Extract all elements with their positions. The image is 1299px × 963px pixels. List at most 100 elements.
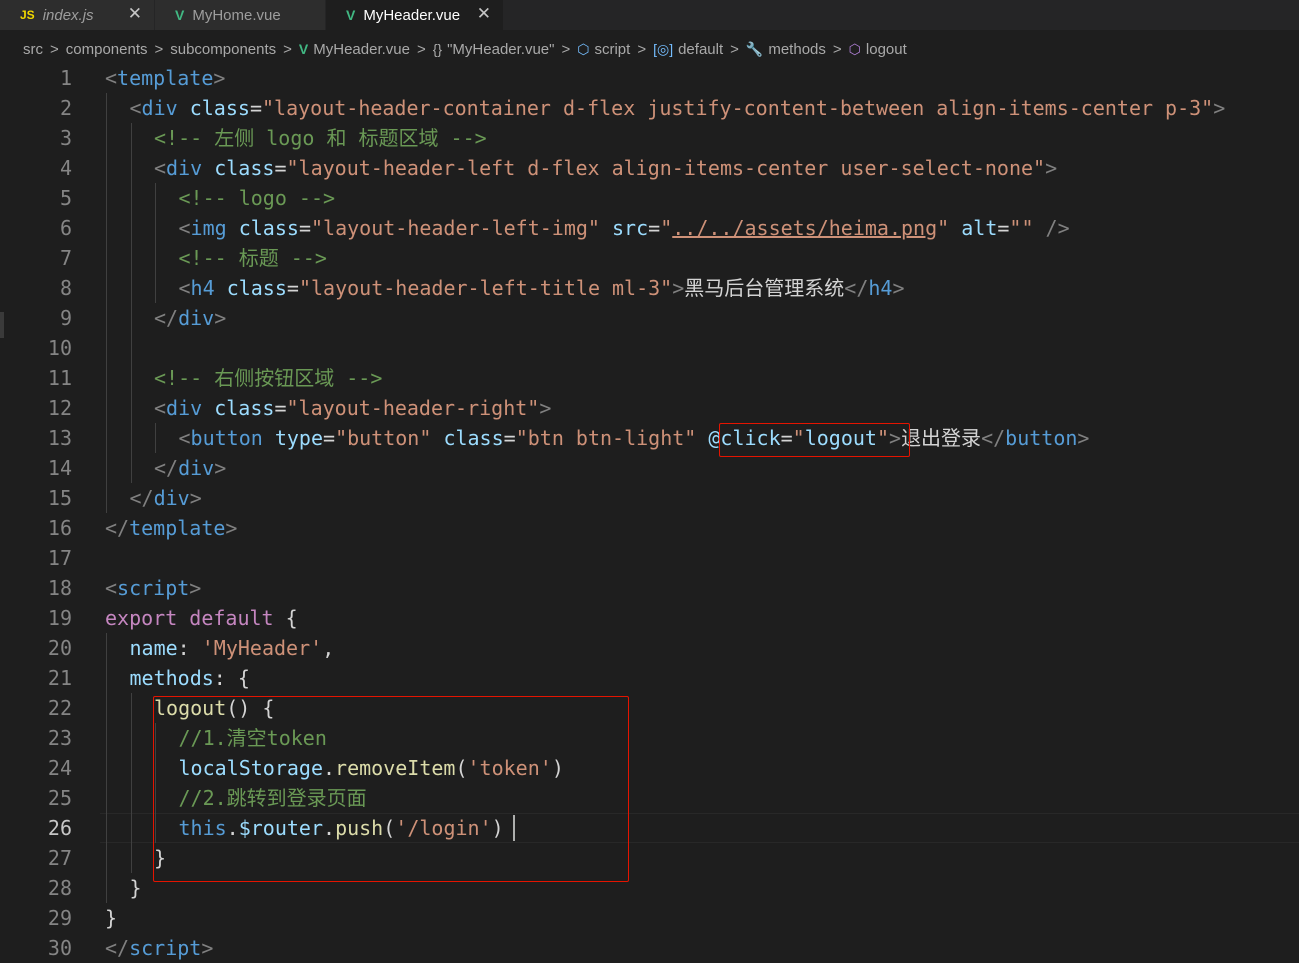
code-line[interactable]: 17 <box>0 543 1299 573</box>
line-number: 5 <box>59 186 72 210</box>
code-text: </div> <box>154 303 226 333</box>
code-token: > <box>1077 426 1090 450</box>
code-token: < <box>154 396 167 420</box>
code-line[interactable]: 14 </div> <box>0 453 1299 483</box>
code-token: = <box>323 426 336 450</box>
close-icon[interactable]: ✕ <box>477 4 491 24</box>
breadcrumb-item-src[interactable]: src <box>23 41 43 58</box>
code-line[interactable]: 8 <h4 class="layout-header-left-title ml-… <box>0 273 1299 303</box>
breadcrumb-label: methods <box>768 40 826 58</box>
line-number: 30 <box>47 936 72 960</box>
code-token: methods <box>129 666 214 690</box>
code-text: } <box>105 903 117 933</box>
code-line[interactable]: 10 <box>0 333 1299 363</box>
code-text: <!-- 左侧 logo 和 标题区域 --> <box>154 123 487 153</box>
breadcrumb-item-myheader-vue[interactable]: {} "MyHeader.vue" <box>433 41 555 58</box>
breadcrumb-label: logout <box>865 40 907 58</box>
line-number: 15 <box>47 486 72 510</box>
code-line[interactable]: 16 </template> <box>0 513 1299 543</box>
code-line[interactable]: 13 <button type="button" class="btn btn-l… <box>0 423 1299 453</box>
code-token: "layout-header-left-title ml-3" <box>298 276 673 300</box>
code-token: "layout-header-container d-flex justify-… <box>261 96 1214 120</box>
breadcrumb-label: subcomponents <box>170 40 277 58</box>
code-text: <script> <box>105 573 201 603</box>
code-text: <!-- logo --> <box>179 183 336 213</box>
code-token: "layout-header-left-img" <box>310 216 600 240</box>
text-cursor <box>513 815 515 841</box>
code-line[interactable]: 20 name: 'MyHeader', <box>0 633 1299 663</box>
code-line[interactable]: 1 <template> <box>0 63 1299 93</box>
code-token: = <box>997 216 1010 240</box>
code-token: > <box>1045 156 1058 180</box>
code-token: " <box>937 216 950 240</box>
line-number: 3 <box>59 126 72 150</box>
chevron-right-icon: > <box>561 40 571 58</box>
code-token: { <box>273 606 298 630</box>
code-line[interactable]: 9 </div> <box>0 303 1299 333</box>
code-token: : <box>177 636 202 660</box>
breadcrumb-item-script[interactable]: ⬡ script <box>577 41 630 58</box>
breadcrumb-item-methods[interactable]: 🔧 methods <box>746 41 826 58</box>
code-line[interactable]: 2 <div class="layout-header-container d-f… <box>0 93 1299 123</box>
code-text: name: 'MyHeader', <box>130 633 335 663</box>
code-token: </ <box>981 426 1006 450</box>
code-line[interactable]: 11 <!-- 右侧按钮区域 --> <box>0 363 1299 393</box>
code-text: <button type="button" class="btn btn-lig… <box>179 423 1090 453</box>
code-line[interactable]: 15 </div> <box>0 483 1299 513</box>
breadcrumb-item-subcomponents[interactable]: subcomponents <box>170 41 276 58</box>
code-line[interactable]: 18 <script> <box>0 573 1299 603</box>
breadcrumb-label: default <box>678 40 724 58</box>
vue-file-icon: V <box>175 7 185 23</box>
code-text: <!-- 右侧按钮区域 --> <box>154 363 382 393</box>
code-token: div <box>141 96 178 120</box>
code-token: </ <box>105 936 130 960</box>
tab-myhome-vue[interactable]: V MyHome.vue <box>155 0 325 30</box>
code-token: "layout-header-left d-flex align-items-c… <box>286 156 1046 180</box>
code-line[interactable]: 7 <!-- 标题 --> <box>0 243 1299 273</box>
code-line[interactable]: 29} <box>0 903 1299 933</box>
breadcrumb-label: src <box>23 40 43 58</box>
line-number: 4 <box>59 156 72 180</box>
code-token: script <box>129 936 202 960</box>
close-icon[interactable]: ✕ <box>128 4 142 24</box>
code-token: < <box>178 426 191 450</box>
tab-index-js[interactable]: JS index.js ✕ <box>0 0 154 30</box>
code-token: > <box>892 276 905 300</box>
breadcrumb-item-logout[interactable]: ⬡ logout <box>849 41 907 58</box>
code-line[interactable]: 6 <img class="layout-header-left-img" src… <box>0 213 1299 243</box>
code-line[interactable]: 19 export default { <box>0 603 1299 633</box>
code-line[interactable]: 4 <div class="layout-header-left d-flex a… <box>0 153 1299 183</box>
code-token: type <box>274 426 324 450</box>
code-token: </ <box>105 516 130 540</box>
code-line[interactable]: 5 <!-- logo --> <box>0 183 1299 213</box>
line-number: 13 <box>47 426 72 450</box>
chevron-right-icon: > <box>730 40 739 58</box>
editor-tab-bar: JS index.js ✕ V MyHome.vue V MyHeader.vue ✕ <box>0 0 1299 30</box>
code-token: "layout-header-right" <box>286 396 540 420</box>
code-token: > <box>189 576 202 600</box>
code-token: class <box>238 216 299 240</box>
code-line[interactable]: 12 <div class="layout-header-right"> <box>0 393 1299 423</box>
code-line[interactable]: 30 </script> <box>0 933 1299 963</box>
code-line[interactable]: 21 methods: { <box>0 663 1299 693</box>
line-number: 19 <box>47 606 72 630</box>
code-line[interactable]: 3 <!-- 左侧 logo 和 标题区域 --> <box>0 123 1299 153</box>
vue-file-icon: V <box>298 41 309 57</box>
code-text: <img class="layout-header-left-img" src=… <box>179 213 1070 243</box>
code-token: class <box>214 396 275 420</box>
tab-myheader-vue[interactable]: V MyHeader.vue ✕ <box>326 0 503 30</box>
code-token: = <box>298 216 311 240</box>
code-token: </ <box>129 486 154 510</box>
code-text: methods: { <box>130 663 250 693</box>
code-token: <!-- 右侧按钮区域 --> <box>154 366 383 390</box>
breadcrumb-item-default[interactable]: [◎] default <box>653 41 723 58</box>
breadcrumb-item-components[interactable]: components <box>66 41 148 58</box>
breadcrumb-item-myheader-vue[interactable]: V MyHeader.vue <box>299 41 410 58</box>
code-text: } <box>130 873 142 903</box>
line-number: 24 <box>47 756 72 780</box>
line-number: 12 <box>47 396 72 420</box>
line-number: 27 <box>47 846 72 870</box>
tab-label: MyHome.vue <box>192 6 281 24</box>
code-token: class <box>214 156 275 180</box>
